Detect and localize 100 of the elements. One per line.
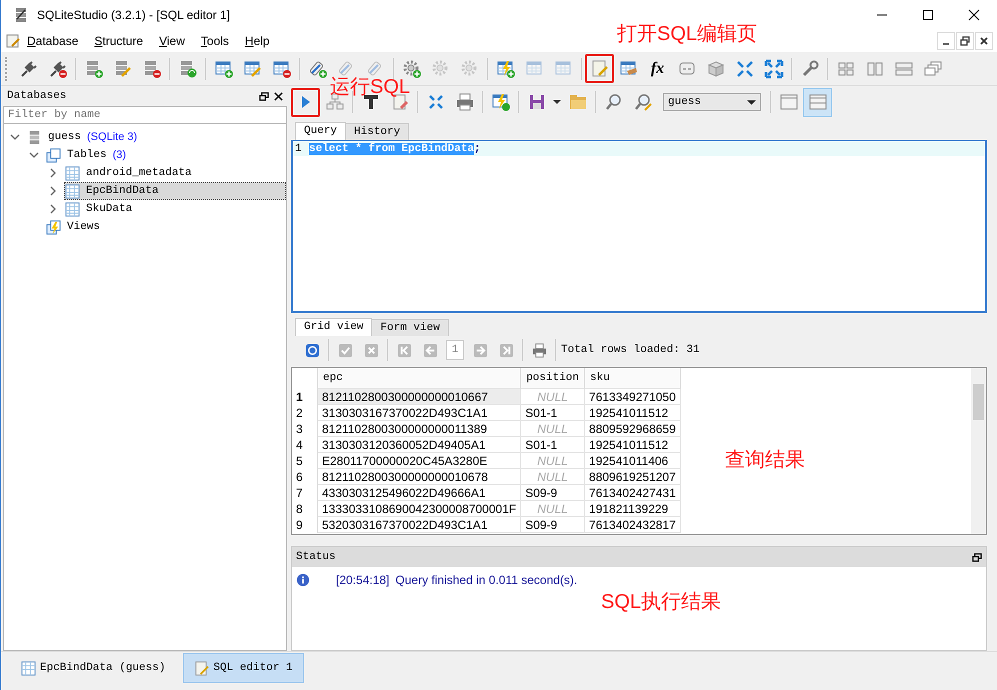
sql-code: select * from EpcBindData; (309, 142, 481, 154)
chevron-icon[interactable] (29, 150, 39, 160)
menu-item[interactable]: Tools (200, 34, 237, 48)
table-cell: 7613402427431 (584, 484, 680, 500)
table-cell: E28011700000020C45A3280E (318, 452, 521, 468)
line-number: 1 (294, 142, 303, 154)
single-pane-icon (778, 92, 798, 112)
chevron-icon[interactable] (48, 186, 58, 196)
table-cell: S09-9 (520, 484, 585, 500)
column-header[interactable]: epc (318, 368, 521, 388)
result-tab[interactable]: Form view (371, 319, 449, 336)
table-cell: 8809592968659 (584, 420, 680, 436)
table-cell: 192541011512 (584, 436, 680, 452)
tree-item[interactable]: Views (45, 218, 286, 236)
lightning-table-icon (490, 92, 510, 112)
restore-icon[interactable] (956, 32, 974, 50)
table-icon (65, 202, 80, 216)
editor-tab[interactable]: Query (295, 122, 346, 140)
tree-item[interactable]: android_metadata (64, 164, 286, 182)
cube-icon (706, 58, 726, 78)
table-icon (272, 58, 292, 78)
printer-icon (532, 342, 546, 358)
column-header[interactable]: position (520, 368, 585, 388)
annotation-label: SQL执行结果 (601, 590, 722, 615)
window-title: SQLiteStudio (3.2.1) - [SQL editor 1] (37, 8, 230, 22)
chevron-icon[interactable] (48, 204, 58, 214)
menu-item[interactable]: View (159, 34, 193, 48)
gear-icon (402, 58, 422, 78)
table-cell: 3130303167370022D493C1A1 (318, 404, 521, 420)
tree-item[interactable]: guess (SQLite 3) (26, 128, 286, 146)
table-cell: 7613349271050 (584, 388, 680, 404)
panel-title: Databases (7, 90, 66, 102)
collapse-icon (734, 58, 754, 78)
table-cell: NULL (520, 452, 585, 468)
table-cell: 4330303125496022D49666A1 (318, 484, 521, 500)
folder-icon (568, 92, 588, 112)
table-icon (65, 166, 80, 180)
message-time: [20:54:18] (336, 573, 390, 587)
chevron-icon[interactable] (48, 168, 58, 178)
window-tab[interactable]: EpcBindData (guess) (11, 654, 176, 682)
left-arrow-icon (422, 342, 438, 358)
tree-item[interactable]: EpcBindData (64, 182, 286, 200)
restore-icon[interactable] (259, 90, 270, 102)
tag-icon (308, 58, 328, 78)
database-dropdown[interactable]: guess (663, 93, 761, 111)
lightning-table-icon (496, 58, 516, 78)
plug-icon (48, 58, 68, 78)
menu-item[interactable]: Help (244, 34, 278, 48)
chevron-icon[interactable] (10, 132, 20, 142)
table-cell: 8121102800300000000010678 (318, 468, 521, 484)
column-header[interactable]: sku (584, 368, 680, 388)
table-cell: 192541011406 (584, 452, 680, 468)
split-pane-icon (808, 92, 828, 112)
window-tab[interactable]: SQL editor 1 (183, 653, 304, 683)
table-cell: S01-1 (520, 404, 585, 420)
search-icon (604, 92, 624, 112)
function-button[interactable]: fx (643, 54, 672, 83)
last-page-icon (498, 342, 514, 358)
caret-icon[interactable] (553, 98, 561, 106)
database-icon (27, 130, 42, 144)
restore-icon[interactable] (972, 552, 983, 562)
annotation-label: 查询结果 (725, 448, 805, 473)
cross-icon (364, 342, 378, 358)
editor-tab[interactable]: History (345, 123, 410, 140)
table-cell: S09-9 (520, 516, 585, 532)
document-icon (5, 33, 21, 49)
annotation-label: 打开SQL编辑页 (617, 22, 758, 47)
row-count: Total rows loaded: 31 (561, 344, 700, 356)
menu-item[interactable]: Structure (94, 34, 152, 48)
table-cell: S01-1 (520, 436, 585, 452)
table-cell: 191821139229 (584, 500, 680, 516)
sql-editor-icon (590, 58, 610, 78)
scrollbar[interactable] (971, 368, 986, 534)
table-cell: 5320303167370022D493C1A1 (318, 516, 521, 532)
table-cell: 8809619251207 (584, 468, 680, 484)
status-message: Query finished in 0.011 second(s). (395, 573, 578, 587)
tree-item[interactable]: Tables (3) (45, 146, 286, 164)
page-field[interactable]: 1 (446, 340, 464, 360)
expand-icon (764, 58, 784, 78)
check-icon (338, 342, 352, 358)
table-icon (65, 184, 80, 198)
info-icon (296, 573, 310, 587)
table-cell: NULL (520, 388, 585, 404)
table-cell: 192541011512 (584, 404, 680, 420)
filter-field[interactable]: Filter by name (3, 106, 287, 124)
caret-icon (747, 98, 756, 106)
close-icon[interactable] (273, 90, 284, 102)
tree-item[interactable]: SkuData (64, 200, 286, 218)
table-cell: NULL (520, 420, 585, 436)
split-pane-button[interactable] (803, 88, 832, 116)
annotation-label: 运行SQL (330, 75, 410, 100)
panel-title: Status (296, 551, 336, 563)
sql-editor-icon (194, 660, 210, 676)
result-tab[interactable]: Grid view (295, 318, 372, 336)
app-icon (13, 7, 29, 23)
table-cell: 8121102800300000000011389 (318, 420, 521, 436)
printer-icon (454, 92, 474, 112)
sql-editor-button[interactable] (585, 54, 614, 83)
run-button[interactable] (291, 88, 320, 116)
menu-item[interactable]: Database (27, 34, 86, 48)
